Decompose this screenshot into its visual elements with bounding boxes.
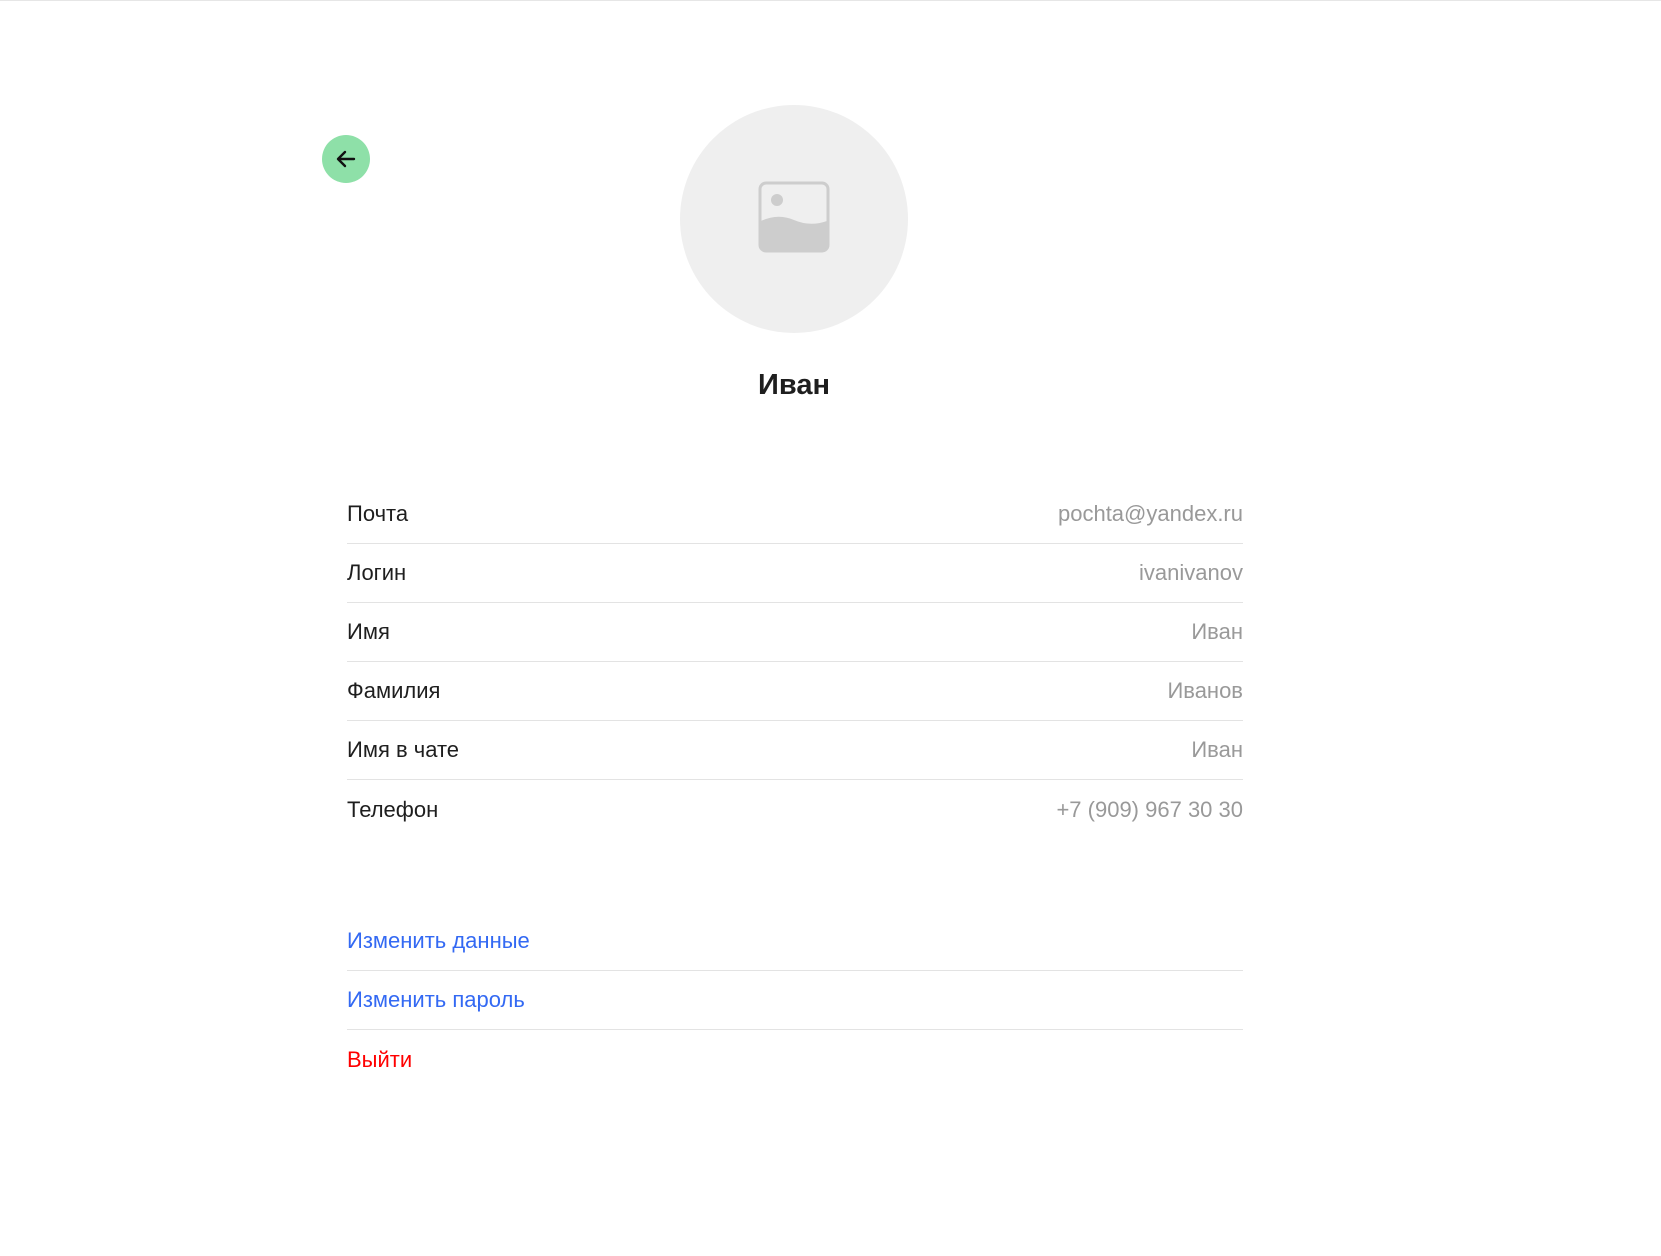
edit-data-link[interactable]: Изменить данные — [347, 928, 530, 954]
profile-info-list: Почта pochta@yandex.ru Логин ivanivanov … — [347, 485, 1243, 839]
info-row-login: Логин ivanivanov — [347, 544, 1243, 603]
profile-name: Иван — [758, 369, 830, 401]
info-value: pochta@yandex.ru — [1057, 501, 1243, 526]
info-row-email: Почта pochta@yandex.ru — [347, 485, 1243, 544]
info-row-last-name: Фамилия Иванов — [347, 662, 1243, 721]
image-placeholder-icon — [758, 181, 830, 258]
action-row-logout: Выйти — [347, 1030, 1243, 1089]
info-label: Имя — [347, 619, 390, 644]
arrow-left-icon — [334, 147, 358, 171]
info-row-first-name: Имя Иван — [347, 603, 1243, 662]
avatar[interactable] — [680, 105, 908, 333]
info-value: Иван — [1191, 619, 1243, 644]
info-label: Имя в чате — [347, 737, 460, 762]
info-label: Телефон — [347, 796, 439, 822]
edit-password-link[interactable]: Изменить пароль — [347, 987, 525, 1013]
info-row-phone: Телефон +7 (909) 967 30 30 — [347, 780, 1243, 839]
info-value: +7 (909) 967 30 30 — [1056, 796, 1243, 822]
info-value: Иванов — [1167, 678, 1243, 703]
info-label: Логин — [347, 560, 407, 585]
back-button[interactable] — [322, 135, 370, 183]
action-row-edit-data: Изменить данные — [347, 912, 1243, 971]
info-value: Иван — [1191, 737, 1243, 762]
logout-link[interactable]: Выйти — [347, 1047, 412, 1073]
profile-actions-list: Изменить данные Изменить пароль Выйти — [347, 912, 1243, 1089]
info-value: ivanivanov — [1139, 560, 1243, 585]
action-row-edit-password: Изменить пароль — [347, 971, 1243, 1030]
top-divider — [0, 0, 1661, 1]
info-label: Фамилия — [347, 678, 441, 703]
info-label: Почта — [347, 501, 409, 526]
info-row-display-name: Имя в чате Иван — [347, 721, 1243, 780]
